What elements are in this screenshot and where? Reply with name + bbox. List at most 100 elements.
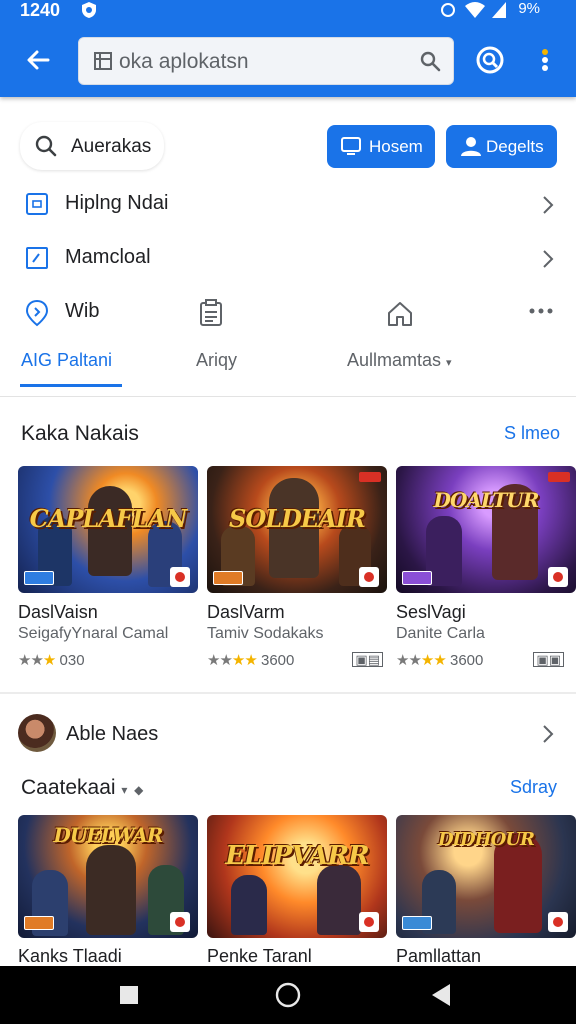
- search-box[interactable]: [78, 37, 454, 85]
- app-name: Kanks Tlaadi: [18, 946, 122, 966]
- app-name: SeslVagi: [396, 602, 466, 622]
- help-icon[interactable]: [474, 44, 506, 76]
- store-tag: [24, 916, 54, 930]
- app-art-title: ELIPVARR: [225, 841, 369, 871]
- chevron-right-icon[interactable]: [542, 724, 554, 744]
- tab-aullmamtas[interactable]: Aullmamtas ▾: [347, 350, 452, 371]
- store-tag: [402, 916, 432, 930]
- hosem-button-label: Hosem: [369, 137, 423, 156]
- app-art-title: DUELWAR: [53, 823, 163, 847]
- person-icon: [461, 137, 481, 156]
- app-thumbnail: DUELWAR: [18, 815, 198, 938]
- app-card[interactable]: SOLDEAIR DaslVarm Tamiv Sodakaks ★★★★ 36…: [207, 466, 387, 676]
- search-icon[interactable]: [419, 50, 441, 72]
- app-card[interactable]: DIDHOUR Pamllattan: [396, 815, 576, 966]
- section-title: Kaka Nakais: [21, 422, 139, 445]
- menu-item-label: Mamcloal: [65, 246, 151, 268]
- app-card[interactable]: ELIPVARR Penke Taranl: [207, 815, 387, 966]
- menu-item-hiplng[interactable]: Hiplng Ndai: [0, 181, 576, 227]
- app-developer: Danite Carla: [396, 625, 485, 642]
- battery-level: 9%: [518, 0, 540, 17]
- tablet-icon: [26, 193, 48, 215]
- app-bar: 1240 9%: [0, 0, 576, 97]
- star-rating-icon: ★★★: [18, 652, 56, 669]
- app-badge-icon: [170, 912, 190, 932]
- star-rating-icon: ★★★★: [207, 652, 258, 669]
- more-horiz-icon[interactable]: [528, 306, 554, 316]
- home-icon[interactable]: [386, 300, 414, 328]
- degelts-button-label: Degelts: [486, 137, 544, 156]
- clipboard-icon[interactable]: [198, 299, 224, 327]
- app-name: Pamllattan: [396, 946, 482, 966]
- app-developer: Tamiv Sodakaks: [207, 625, 324, 642]
- back-triangle-icon[interactable]: [430, 983, 452, 1007]
- system-nav-bar: [0, 966, 576, 1024]
- store-tag: [213, 571, 243, 585]
- app-art-title: DOALTUR: [433, 488, 540, 512]
- app-badge-icon: [548, 567, 568, 587]
- tab-aig-paltani[interactable]: AIG Paltani: [21, 350, 112, 371]
- wifi-icon: [465, 2, 485, 18]
- app-developer: SeigafyYnaral Camal: [18, 625, 169, 642]
- app-badge-icon: [359, 567, 379, 587]
- store-tag: [24, 571, 54, 585]
- see-more-link[interactable]: S lmeo: [504, 423, 560, 444]
- home-circle-icon[interactable]: [275, 982, 301, 1008]
- app-art-title: CAPLAFLAN: [29, 504, 188, 533]
- menu-item-label: Hiplng Ndai: [65, 192, 169, 214]
- app-rating: ★★★★ 3600: [396, 652, 484, 669]
- app-art-title: DIDHOUR: [438, 829, 535, 850]
- location-icon: [441, 3, 455, 17]
- grid-icon: [94, 52, 112, 70]
- signal-icon: [492, 2, 506, 18]
- search-input[interactable]: [119, 46, 419, 78]
- quick-search-chip[interactable]: Auerakas: [20, 122, 164, 170]
- app-name: DaslVaisn: [18, 602, 98, 622]
- star-rating-icon: ★★★★: [396, 652, 447, 669]
- avatar: [18, 714, 56, 752]
- app-card[interactable]: DUELWAR Kanks Tlaadi: [18, 815, 198, 966]
- monitor-icon: [341, 137, 361, 155]
- menu-item-label: Wib: [65, 300, 100, 322]
- back-arrow-icon[interactable]: [22, 44, 54, 76]
- store-tag: [402, 571, 432, 585]
- app-card[interactable]: DOALTUR SeslVagi Danite Carla ★★★★ 3600 …: [396, 466, 576, 676]
- degelts-button[interactable]: Degelts: [446, 125, 557, 168]
- app-name: DaslVarm: [207, 602, 285, 622]
- app-name: Penke Taranl: [207, 946, 312, 966]
- app-badge-icon: [359, 912, 379, 932]
- app-options-icon[interactable]: ▣▤: [352, 652, 383, 667]
- app-card[interactable]: CAPLAFLAN DaslVaisn SeigafyYnaral Camal …: [18, 466, 198, 676]
- status-time: 1240: [20, 0, 61, 20]
- search-icon: [35, 135, 57, 157]
- menu-item-mamcloal[interactable]: Mamcloal: [0, 235, 576, 281]
- recents-icon[interactable]: [119, 985, 139, 1005]
- app-options-icon[interactable]: ▣▣: [533, 652, 564, 667]
- divider: [0, 692, 576, 694]
- app-badge-icon: [548, 912, 568, 932]
- tab-bar: AIG Paltani Ariqy Aullmamtas ▾: [0, 342, 576, 390]
- status-bar: 1240 9%: [0, 0, 576, 22]
- category-title[interactable]: Caatekaai ▾ ◆: [21, 776, 143, 800]
- app-art-title: SOLDEAIR: [228, 504, 366, 533]
- edit-document-icon: [26, 247, 48, 269]
- menu-item-wib[interactable]: Wib: [0, 289, 576, 335]
- caret-down-icon: ▾ ◆: [121, 783, 144, 797]
- corner-tag: [359, 472, 381, 482]
- location-pin-icon: [25, 299, 49, 327]
- active-tab-indicator: [20, 384, 122, 387]
- chevron-right-icon: [543, 196, 554, 214]
- divider: [0, 396, 576, 397]
- app-rating: ★★★ 030: [18, 652, 85, 669]
- app-badge-icon: [170, 567, 190, 587]
- app-thumbnail: CAPLAFLAN: [18, 466, 198, 593]
- app-rating: ★★★★ 3600: [207, 652, 295, 669]
- caret-down-icon: ▾: [446, 357, 452, 369]
- shield-icon: [82, 2, 96, 18]
- app-thumbnail: SOLDEAIR: [207, 466, 387, 593]
- tab-ariqy[interactable]: Ariqy: [196, 350, 237, 371]
- tab-label: Aullmamtas: [347, 350, 442, 370]
- see-all-link[interactable]: Sdray: [510, 777, 557, 798]
- hosem-button[interactable]: Hosem: [327, 125, 435, 168]
- more-vert-icon[interactable]: [536, 44, 554, 76]
